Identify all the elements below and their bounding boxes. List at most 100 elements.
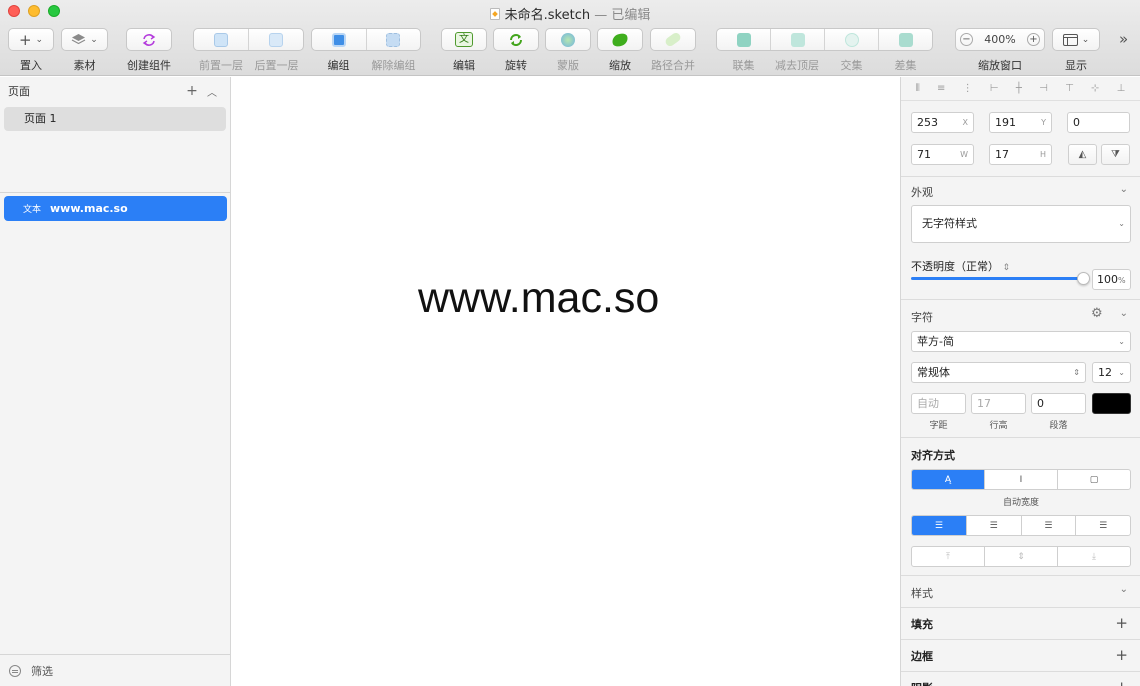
- opacity-field[interactable]: 100%: [1092, 269, 1131, 290]
- add-fill-button[interactable]: +: [1115, 616, 1128, 631]
- align-text-right-button[interactable]: ☰: [1022, 516, 1077, 535]
- view-button[interactable]: ⌄: [1052, 28, 1100, 51]
- x-value: 253: [917, 116, 938, 129]
- align-right-icon[interactable]: ⊣: [1039, 83, 1048, 94]
- layers-sidebar: 页面 + ︿ 页面 1 文本 www.mac.so 筛选: [0, 77, 231, 686]
- zoom-in-button[interactable]: +: [1026, 33, 1040, 46]
- align-bottom-icon[interactable]: ⊥: [1117, 83, 1126, 94]
- flip-horizontal-button[interactable]: ◭: [1068, 144, 1097, 165]
- font-family-dropdown[interactable]: 苹方-简 ⌄: [911, 331, 1131, 352]
- slider-track: [911, 277, 1084, 280]
- divider: [0, 192, 231, 193]
- create-symbol-button[interactable]: [126, 28, 172, 51]
- fixed-size-button[interactable]: ▢: [1058, 470, 1130, 489]
- flatten-button[interactable]: [650, 28, 696, 51]
- gear-icon[interactable]: ⚙: [1091, 306, 1103, 321]
- intersect-button[interactable]: [825, 29, 879, 50]
- chevron-down-icon[interactable]: ⌄: [1120, 184, 1128, 195]
- zoom-label: 缩放窗口: [978, 59, 1022, 72]
- font-family-value: 苹方-简: [917, 335, 954, 348]
- add-border-button[interactable]: +: [1115, 648, 1128, 663]
- align-text-justify-button[interactable]: ☰: [1076, 516, 1130, 535]
- ungroup-label: 解除编组: [371, 59, 416, 72]
- h-value: 17: [995, 148, 1009, 161]
- paragraph-spacing-field[interactable]: 0: [1031, 393, 1086, 414]
- edit-text-icon: 文: [455, 32, 473, 47]
- send-backward-button[interactable]: [249, 29, 303, 50]
- opacity-label-text: 不透明度（正常）: [911, 260, 999, 273]
- align-center-icon[interactable]: ┼: [1016, 83, 1022, 94]
- width-field[interactable]: 71 W: [911, 144, 974, 165]
- shadow-title: 阴影: [911, 680, 933, 686]
- add-shadow-button[interactable]: +: [1115, 680, 1128, 686]
- stepper-icon: ⇕: [1073, 368, 1080, 377]
- height-field[interactable]: 17 H: [989, 144, 1052, 165]
- insert-button[interactable]: + ⌄: [8, 28, 54, 51]
- scale-button[interactable]: [597, 28, 643, 51]
- auto-height-button[interactable]: Ⅰ: [985, 470, 1058, 489]
- font-weight-dropdown[interactable]: 常规体 ⇕: [911, 362, 1086, 383]
- more-options-icon[interactable]: ⋮: [963, 83, 973, 94]
- rotation-field[interactable]: 0: [1067, 112, 1130, 133]
- divider: [901, 299, 1140, 300]
- valign-top-button[interactable]: ⤒: [912, 547, 985, 566]
- align-text-left-button[interactable]: ☰: [912, 516, 967, 535]
- plus-icon: +: [18, 30, 32, 49]
- union-label: 联集: [732, 59, 755, 72]
- opacity-slider[interactable]: [911, 272, 1090, 285]
- chevron-down-icon[interactable]: ⌄: [1120, 584, 1128, 595]
- auto-width-button[interactable]: Ą: [912, 470, 985, 489]
- flip-horizontal-icon: ◭: [1078, 149, 1087, 160]
- collapse-pages-button[interactable]: ︿: [202, 84, 222, 99]
- difference-button[interactable]: [879, 29, 932, 50]
- stepper-icon[interactable]: ⇕: [1003, 263, 1011, 273]
- font-size-dropdown[interactable]: 12 ⌄: [1092, 362, 1131, 383]
- text-align-segment: ☰ ☰ ☰ ☰: [911, 515, 1131, 536]
- align-text-center-button[interactable]: ☰: [967, 516, 1022, 535]
- line-height-field[interactable]: 17: [971, 393, 1026, 414]
- valign-middle-button[interactable]: ⇕: [985, 547, 1058, 566]
- ungroup-button[interactable]: [367, 29, 421, 50]
- text-style-dropdown[interactable]: 无字符样式 ⌄: [911, 205, 1131, 243]
- edited-status: — 已编辑: [590, 8, 651, 23]
- zoom-out-button[interactable]: −: [960, 33, 973, 46]
- distribute-vertical-icon[interactable]: ≡: [937, 83, 945, 94]
- layer-item[interactable]: 文本 www.mac.so: [4, 196, 227, 221]
- align-middle-icon[interactable]: ⊹: [1091, 83, 1099, 94]
- subtract-button[interactable]: [771, 29, 825, 50]
- scale-label: 缩放: [609, 59, 631, 72]
- flip-vertical-button[interactable]: ⧩: [1101, 144, 1130, 165]
- intersect-label: 交集: [840, 59, 863, 72]
- chevron-down-icon[interactable]: ⌄: [1120, 308, 1128, 319]
- character-spacing-field[interactable]: 自动: [911, 393, 966, 414]
- distribute-horizontal-icon[interactable]: ⫴: [916, 83, 920, 94]
- align-top-icon[interactable]: ⊤: [1065, 83, 1074, 94]
- divider: [901, 575, 1140, 576]
- union-button[interactable]: [717, 29, 771, 50]
- slider-knob[interactable]: [1077, 272, 1090, 285]
- filter-bar[interactable]: 筛选: [0, 654, 231, 686]
- ungroup-icon: [386, 32, 401, 47]
- edit-button[interactable]: 文: [441, 28, 487, 51]
- group-button[interactable]: [312, 29, 367, 50]
- opacity-value: 100: [1097, 273, 1118, 286]
- align-left-icon[interactable]: ⊢: [990, 83, 999, 94]
- canvas-text-layer[interactable]: www.mac.so: [418, 274, 659, 323]
- assets-button[interactable]: ⌄: [61, 28, 108, 51]
- canvas[interactable]: www.mac.so: [231, 77, 900, 686]
- rotate-button[interactable]: [493, 28, 539, 51]
- bring-forward-label: 前置一层: [199, 59, 243, 72]
- page-item[interactable]: 页面 1: [4, 107, 226, 131]
- x-field[interactable]: 253 X: [911, 112, 974, 133]
- text-color-swatch[interactable]: [1092, 393, 1131, 414]
- valign-bottom-button[interactable]: ⤓: [1058, 547, 1130, 566]
- y-field[interactable]: 191 Y: [989, 112, 1052, 133]
- auto-width-label: 自动宽度: [1002, 498, 1039, 508]
- title-bar: 未命名.sketch — 已编辑 + ⌄ 置入 ⌄ 素材 创建组件 前置一层 后置…: [0, 0, 1140, 76]
- mask-button[interactable]: [545, 28, 591, 51]
- bring-forward-button[interactable]: [194, 29, 249, 50]
- add-page-button[interactable]: +: [182, 83, 202, 99]
- toolbar-overflow-button[interactable]: »: [1119, 30, 1128, 48]
- edit-label: 编辑: [453, 59, 475, 72]
- paragraph-label: 段落: [1049, 421, 1068, 431]
